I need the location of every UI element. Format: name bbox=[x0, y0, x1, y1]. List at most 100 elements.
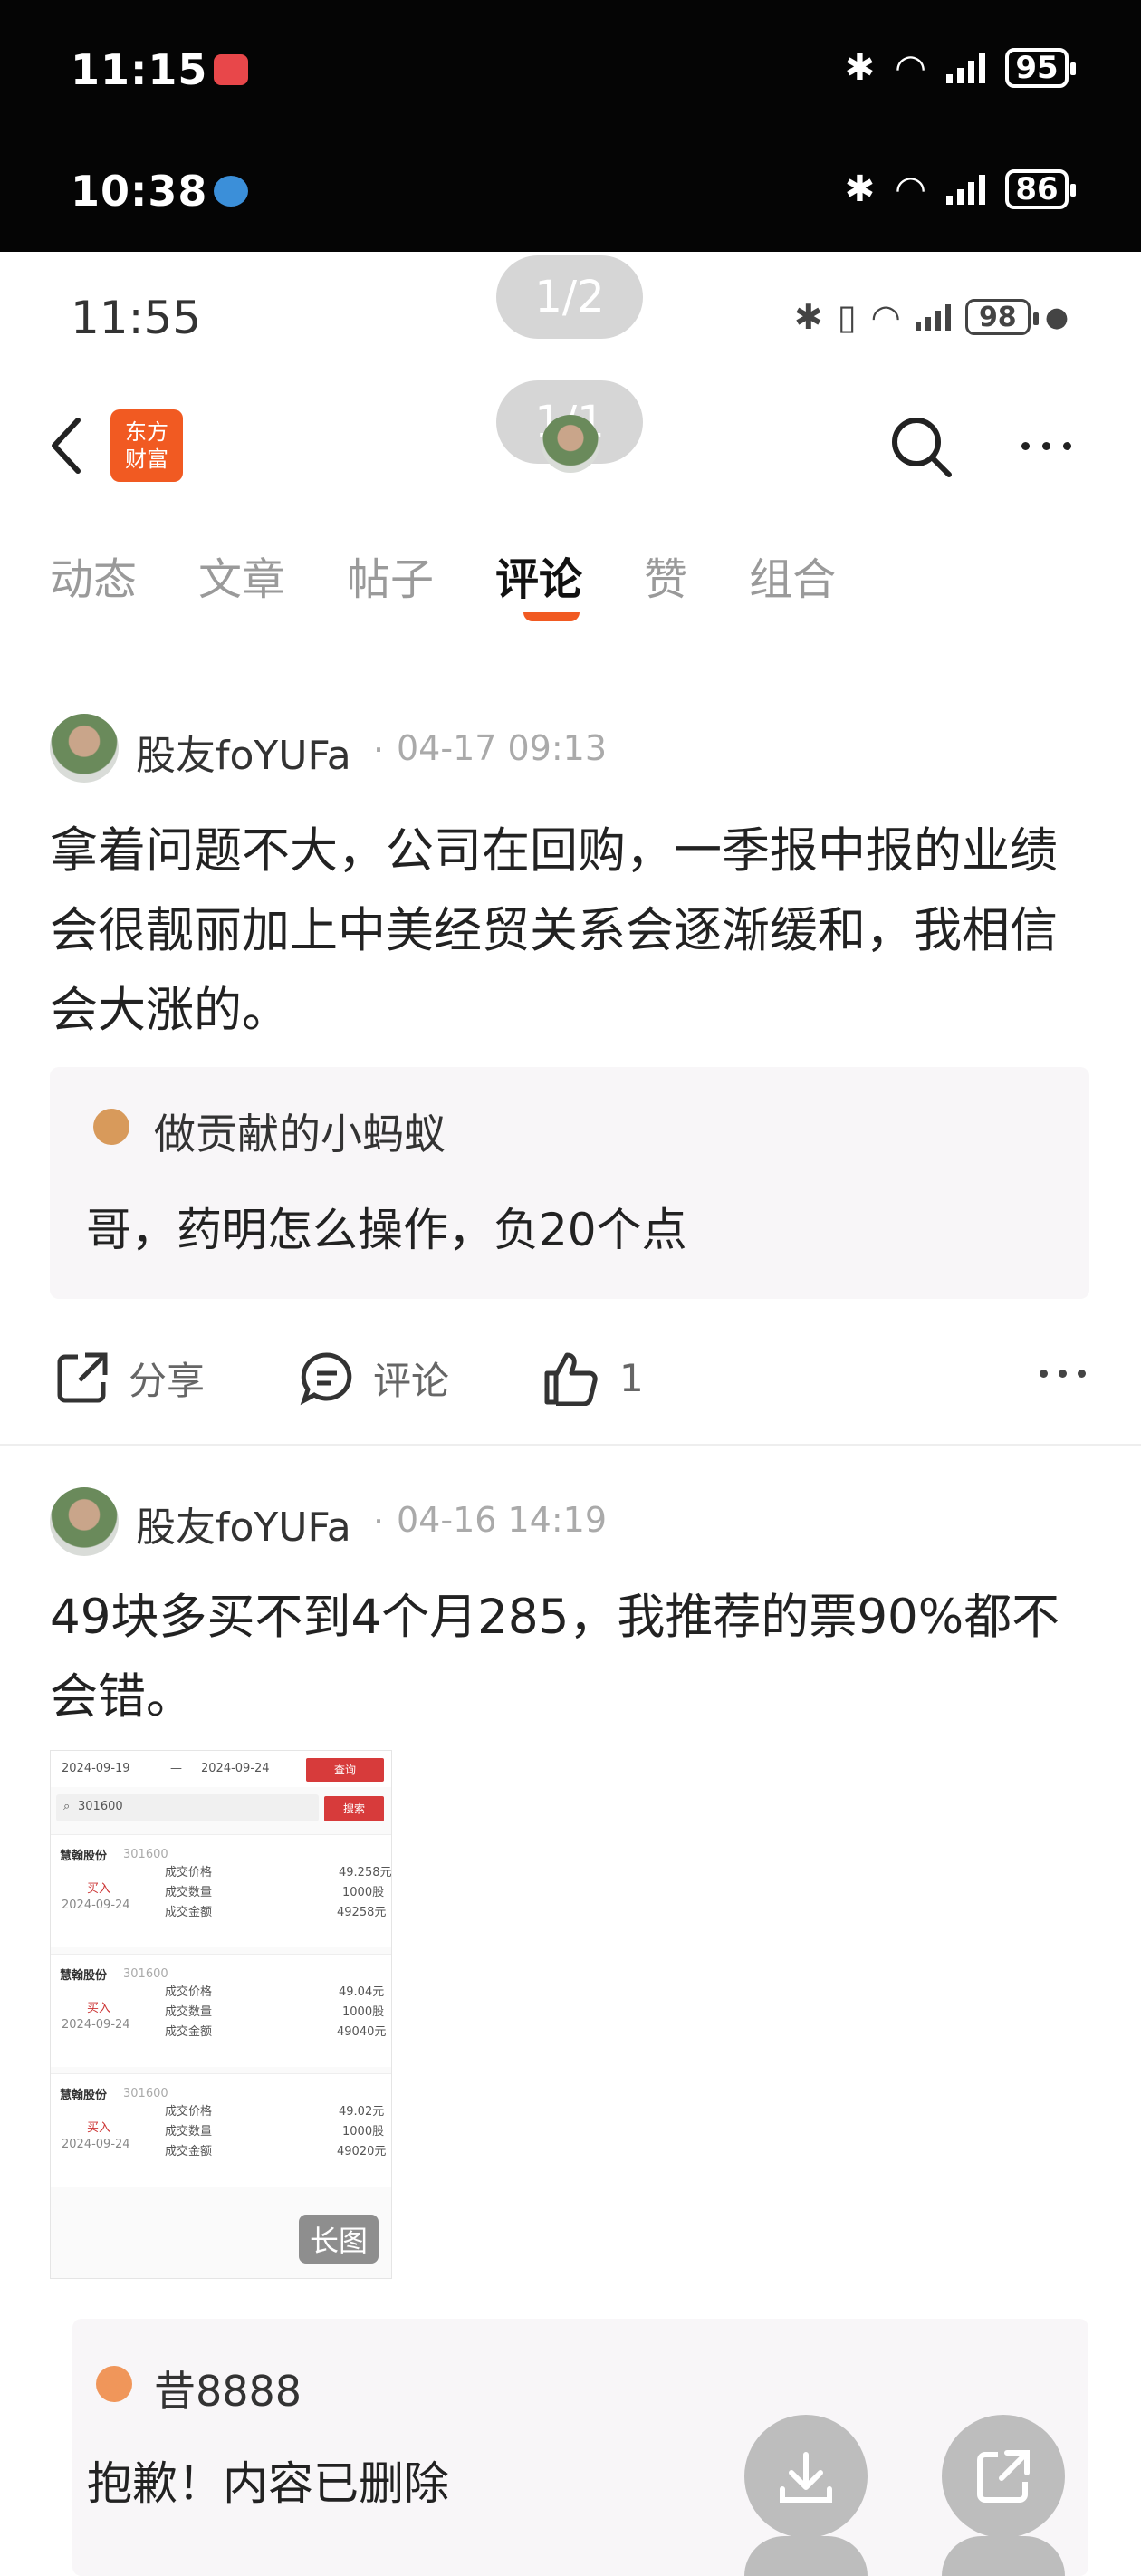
signal-icon bbox=[946, 53, 985, 83]
battery-icon: 95 bbox=[1005, 48, 1076, 88]
thumb-amt: 49040元 bbox=[337, 2025, 387, 2039]
tab-portfolio[interactable]: 组合 bbox=[749, 543, 836, 607]
thumb-entry: 慧翰股份 301600 买入 2024-09-24 成交价格 49.04元 成交数量 1000… bbox=[51, 1954, 391, 2067]
tab-comments[interactable]: 评论 bbox=[495, 543, 582, 607]
post-time: 04-16 14:19 bbox=[397, 1500, 608, 1540]
reply-quote[interactable]: 昔8888 抱歉！内容已删除 bbox=[72, 2319, 1088, 2576]
thumb-code: 301600 bbox=[123, 1967, 168, 1981]
thumb-price: 49.02元 bbox=[339, 2105, 385, 2119]
thumb-price-label: 成交价格 bbox=[165, 1985, 213, 1999]
post-username[interactable]: 股友foYUFa bbox=[136, 723, 351, 781]
share-icon bbox=[57, 1352, 108, 1403]
thumb-qty: 1000股 bbox=[342, 1886, 385, 1899]
wifi-icon: ◠ bbox=[895, 168, 926, 210]
battery-icon: 86 bbox=[1005, 169, 1076, 209]
app-notification-icon bbox=[214, 54, 248, 85]
extra-fab-right[interactable] bbox=[942, 2536, 1065, 2576]
download-button[interactable] bbox=[744, 2415, 868, 2538]
thumb-code: 301600 bbox=[78, 1800, 123, 1813]
post-content[interactable]: 拿着问题不大，公司在回购，一季报中报的业绩会很靓丽加上中美经贸关系会逐渐缓和，我… bbox=[50, 812, 1100, 1051]
status-bar-2: 10:38 ✱ ◠ 86 bbox=[0, 147, 1141, 237]
page-indicator-top: 1/2 bbox=[496, 255, 643, 339]
tab-dynamics[interactable]: 动态 bbox=[50, 543, 137, 607]
post-image[interactable]: 2024-09-19 — 2024-09-24 查询 ⌕ 301600 搜索 慧… bbox=[50, 1750, 392, 2279]
thumb-search-icon: ⌕ bbox=[63, 1800, 71, 1813]
thumb-entry: 慧翰股份 301600 买入 2024-09-24 成交价格 49.02元 成交数量 1000… bbox=[51, 2073, 391, 2187]
wifi-icon: ◠ bbox=[870, 297, 901, 337]
thumb-amt-label: 成交金额 bbox=[165, 1906, 213, 1919]
vibrate-icon: ▯ bbox=[837, 297, 857, 337]
comment-button[interactable]: 评论 bbox=[299, 1350, 449, 1406]
open-external-button[interactable] bbox=[942, 2415, 1065, 2538]
thumb-name: 慧翰股份 bbox=[60, 1969, 108, 1983]
wifi-icon: ◠ bbox=[895, 47, 926, 89]
thumb-amt-label: 成交金额 bbox=[165, 2025, 213, 2039]
download-icon bbox=[780, 2452, 832, 2503]
chevron-left-icon bbox=[52, 418, 81, 474]
post-time-dot: · bbox=[373, 1502, 385, 1542]
thumb-qty: 1000股 bbox=[342, 2125, 385, 2139]
thumb-search-button: 搜索 bbox=[324, 1796, 384, 1821]
avatar[interactable] bbox=[50, 714, 119, 783]
thumb-entry: 慧翰股份 301600 买入 2024-09-24 成交价格 49.258元 成交数量 100… bbox=[51, 1834, 391, 1947]
profile-tabs: 动态 文章 帖子 评论 赞 组合 bbox=[50, 543, 897, 607]
tab-posts[interactable]: 帖子 bbox=[347, 543, 434, 607]
extra-fab-left[interactable] bbox=[744, 2536, 868, 2576]
tab-likes[interactable]: 赞 bbox=[644, 543, 687, 607]
like-count: 1 bbox=[619, 1355, 644, 1400]
reply-text: 哥，药明怎么操作，负20个点 bbox=[86, 1204, 687, 1256]
post-username[interactable]: 股友foYUFa bbox=[136, 1495, 351, 1552]
thumb-qty-label: 成交数量 bbox=[165, 2005, 213, 2019]
bluetooth-icon: ✱ bbox=[844, 168, 876, 210]
long-image-badge: 长图 bbox=[298, 2215, 379, 2264]
thumb-date: 2024-09-24 bbox=[62, 1898, 130, 1912]
post-content[interactable]: 49块多买不到4个月285，我推荐的票90%都不会错。 bbox=[50, 1578, 1100, 1737]
signal-icon bbox=[915, 303, 951, 331]
like-button[interactable]: 1 bbox=[542, 1350, 644, 1406]
reply-quote[interactable]: 做贡献的小蚂蚁 哥，药明怎么操作，负20个点 bbox=[50, 1067, 1089, 1299]
thumb-date-from: 2024-09-19 bbox=[62, 1762, 130, 1775]
thumb-qty-label: 成交数量 bbox=[165, 1886, 213, 1899]
thumb-name: 慧翰股份 bbox=[60, 1850, 108, 1863]
status-time: 10:38 bbox=[71, 167, 208, 216]
comment-icon bbox=[300, 1352, 352, 1406]
post-time: 04-17 09:13 bbox=[397, 728, 608, 768]
reply-avatar-icon bbox=[93, 1109, 129, 1145]
thumb-amt: 49258元 bbox=[337, 1906, 387, 1919]
thumb-price: 49.04元 bbox=[339, 1985, 385, 1999]
thumb-qty-label: 成交数量 bbox=[165, 2125, 213, 2139]
reply-username: 昔8888 bbox=[154, 2367, 302, 2416]
profile-avatar[interactable] bbox=[542, 415, 599, 473]
thumb-date-row: 2024-09-19 — 2024-09-24 查询 bbox=[51, 1751, 391, 1787]
share-label: 分享 bbox=[129, 1358, 206, 1403]
thumb-date-sep: — bbox=[170, 1762, 182, 1775]
tab-articles[interactable]: 文章 bbox=[198, 543, 285, 607]
status-icons: ✱ ◠ 95 bbox=[844, 47, 1076, 89]
system-status-area: 11:15 ✱ ◠ 95 10:38 ✱ ◠ 86 bbox=[0, 0, 1141, 252]
reply-avatar-icon bbox=[96, 2366, 132, 2402]
thumb-price: 49.258元 bbox=[339, 1866, 392, 1879]
thumb-code: 301600 bbox=[123, 1848, 168, 1861]
more-button[interactable] bbox=[1021, 435, 1087, 457]
thumb-search-row: ⌕ 301600 搜索 bbox=[51, 1791, 391, 1827]
bluetooth-icon: ✱ bbox=[844, 47, 876, 89]
back-button[interactable] bbox=[45, 409, 91, 482]
thumb-amt: 49020元 bbox=[337, 2145, 387, 2158]
post-more-button[interactable] bbox=[1040, 1370, 1086, 1378]
app-logo[interactable]: 东方 财富 bbox=[110, 409, 183, 482]
status-time: 11:15 bbox=[71, 45, 208, 94]
thumb-side: 买入 bbox=[87, 1882, 111, 1896]
thumb-amt-label: 成交金额 bbox=[165, 2145, 213, 2158]
app-notification-icon bbox=[214, 176, 248, 207]
thumb-name: 慧翰股份 bbox=[60, 2089, 108, 2102]
post-time-dot: · bbox=[373, 730, 385, 770]
avatar[interactable] bbox=[50, 1487, 119, 1556]
external-link-icon bbox=[977, 2450, 1030, 2503]
reply-username: 做贡献的小蚂蚁 bbox=[154, 1110, 446, 1158]
leaf-icon: ● bbox=[1044, 301, 1069, 333]
thumb-qty: 1000股 bbox=[342, 2005, 385, 2019]
share-button[interactable]: 分享 bbox=[54, 1350, 205, 1406]
search-button[interactable] bbox=[886, 411, 958, 484]
inner-status-icons: ✱ ▯ ◠ 98 ● bbox=[794, 297, 1069, 337]
thumb-date-to: 2024-09-24 bbox=[201, 1762, 270, 1775]
